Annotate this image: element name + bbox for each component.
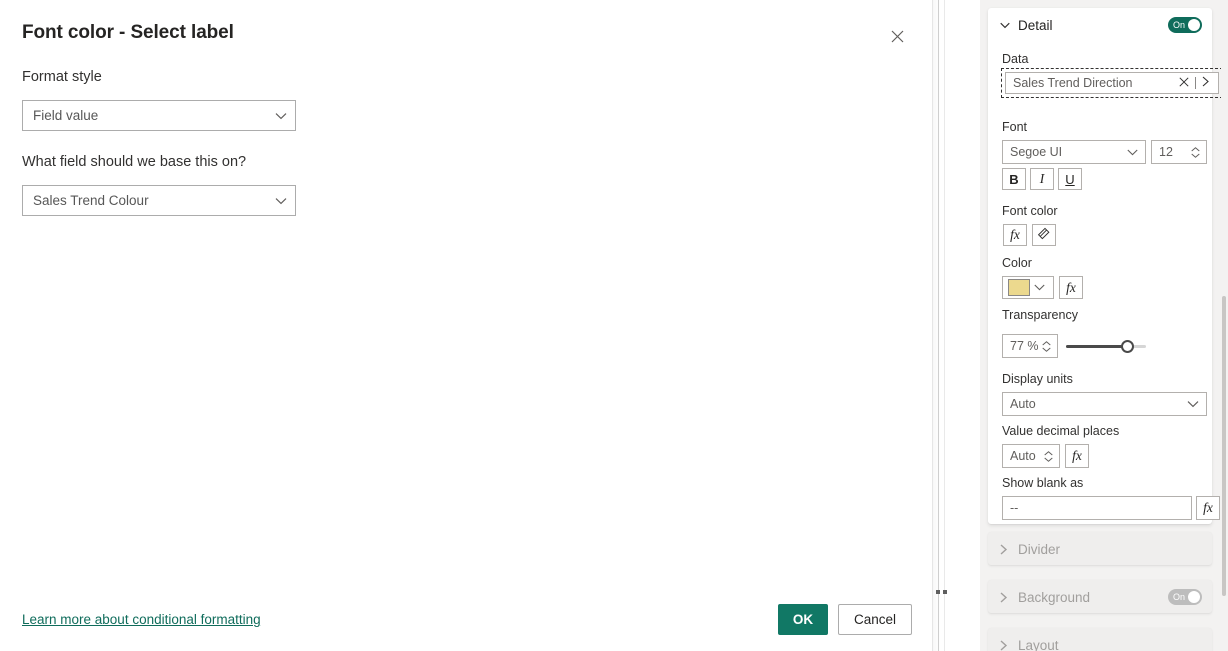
background-toggle[interactable]: On bbox=[1168, 589, 1202, 605]
show-blank-as-input[interactable]: -- bbox=[1002, 496, 1192, 520]
display-units-value: Auto bbox=[1010, 397, 1036, 411]
chevron-right-icon bbox=[1000, 543, 1010, 555]
font-color-label: Font color bbox=[1002, 204, 1058, 218]
italic-button[interactable]: I bbox=[1030, 168, 1054, 190]
divider bbox=[1195, 77, 1196, 89]
pane-splitter[interactable] bbox=[932, 0, 980, 651]
splitter-line bbox=[944, 0, 945, 651]
base-field-dropdown[interactable]: Sales Trend Colour bbox=[22, 185, 296, 216]
display-units-dropdown[interactable]: Auto bbox=[1002, 392, 1207, 416]
background-card-title: Background bbox=[1018, 589, 1091, 605]
format-style-dropdown[interactable]: Field value bbox=[22, 100, 296, 131]
detail-card-header[interactable]: Detail On bbox=[988, 8, 1212, 42]
format-style-label: Format style bbox=[22, 69, 102, 85]
transparency-label: Transparency bbox=[1002, 308, 1078, 322]
data-label: Data bbox=[1002, 52, 1029, 66]
transparency-value: 77 % bbox=[1010, 339, 1039, 353]
conditional-formatting-dialog: Font color - Select label Format style F… bbox=[0, 0, 932, 651]
divider-card-header[interactable]: Divider bbox=[988, 532, 1212, 566]
cancel-button[interactable]: Cancel bbox=[838, 604, 912, 635]
value-decimal-places-fx-button[interactable]: fx bbox=[1065, 444, 1089, 468]
show-blank-as-fx-button[interactable]: fx bbox=[1196, 496, 1220, 520]
color-fx-button[interactable]: fx bbox=[1059, 276, 1083, 299]
layout-card-title: Layout bbox=[1018, 637, 1059, 651]
underline-button[interactable]: U bbox=[1058, 168, 1082, 190]
chevron-down-icon bbox=[275, 112, 287, 120]
base-field-label: What field should we base this on? bbox=[22, 154, 247, 170]
splitter-line bbox=[938, 0, 939, 651]
layout-card-header[interactable]: Layout bbox=[988, 628, 1212, 651]
chevron-down-icon bbox=[1030, 284, 1045, 291]
font-size-value: 12 bbox=[1159, 145, 1173, 159]
show-blank-as-value: -- bbox=[1010, 501, 1019, 515]
value-decimal-places-value: Auto bbox=[1010, 449, 1036, 463]
divider-card-title: Divider bbox=[1018, 541, 1061, 557]
layout-card[interactable]: Layout bbox=[988, 628, 1212, 651]
learn-more-link[interactable]: Learn more about conditional formatting bbox=[22, 612, 261, 627]
spinner-updown-icon[interactable] bbox=[1042, 340, 1051, 352]
font-color-fx-button[interactable]: fx bbox=[1003, 224, 1027, 246]
color-label: Color bbox=[1002, 256, 1032, 270]
splitter-line bbox=[932, 0, 933, 651]
background-toggle-label: On bbox=[1173, 592, 1186, 602]
spinner-updown-icon[interactable] bbox=[1191, 146, 1200, 158]
chevron-right-icon bbox=[1000, 639, 1010, 651]
transparency-slider-fill bbox=[1066, 345, 1128, 348]
chevron-down-icon bbox=[1000, 22, 1010, 29]
background-card[interactable]: Background On bbox=[988, 580, 1212, 613]
detail-toggle[interactable]: On bbox=[1168, 17, 1202, 33]
font-color-eraser-button[interactable] bbox=[1032, 224, 1056, 246]
chevron-down-icon bbox=[1187, 400, 1206, 408]
close-icon bbox=[891, 30, 904, 43]
base-field-value: Sales Trend Colour bbox=[33, 193, 149, 208]
eraser-icon bbox=[1037, 227, 1051, 244]
font-family-dropdown[interactable]: Segoe UI bbox=[1002, 140, 1146, 164]
value-decimal-places-label: Value decimal places bbox=[1002, 424, 1120, 438]
font-size-stepper[interactable]: 12 bbox=[1151, 140, 1207, 164]
format-pane: Detail On Data Sales Trend Direction Fon… bbox=[980, 0, 1228, 651]
format-style-value: Field value bbox=[33, 108, 99, 123]
chevron-right-icon bbox=[1000, 591, 1010, 603]
background-card-header[interactable]: Background On bbox=[988, 580, 1212, 614]
transparency-stepper[interactable]: 77 % bbox=[1002, 334, 1058, 358]
color-swatch-dropdown[interactable] bbox=[1002, 276, 1054, 299]
app-root: Font color - Select label Format style F… bbox=[0, 0, 1228, 651]
detail-toggle-label: On bbox=[1173, 20, 1186, 30]
toggle-knob bbox=[1188, 591, 1200, 603]
detail-card: Detail On Data Sales Trend Direction Fon… bbox=[988, 8, 1223, 524]
close-icon[interactable] bbox=[1179, 74, 1189, 92]
dialog-title: Font color - Select label bbox=[22, 22, 234, 43]
font-label: Font bbox=[1002, 120, 1028, 134]
detail-card-title: Detail bbox=[1018, 17, 1053, 33]
color-swatch bbox=[1008, 279, 1030, 296]
data-field[interactable]: Sales Trend Direction bbox=[1005, 72, 1219, 94]
font-family-value: Segoe UI bbox=[1010, 145, 1063, 159]
show-blank-as-label: Show blank as bbox=[1002, 476, 1084, 490]
close-dialog-button[interactable] bbox=[880, 19, 914, 53]
pane-scrollbar-thumb[interactable] bbox=[1222, 296, 1226, 596]
drag-handle-icon[interactable] bbox=[936, 590, 947, 594]
spinner-updown-icon[interactable] bbox=[1044, 450, 1053, 462]
value-decimal-places-stepper[interactable]: Auto bbox=[1002, 444, 1060, 468]
chevron-right-icon[interactable] bbox=[1202, 74, 1210, 92]
chevron-down-icon bbox=[1127, 149, 1145, 156]
display-units-label: Display units bbox=[1002, 372, 1073, 386]
chevron-down-icon bbox=[275, 197, 287, 205]
divider-card[interactable]: Divider bbox=[988, 532, 1212, 565]
toggle-knob bbox=[1188, 19, 1200, 31]
ok-button[interactable]: OK bbox=[778, 604, 828, 635]
data-field-value: Sales Trend Direction bbox=[1013, 76, 1133, 90]
bold-button[interactable]: B bbox=[1002, 168, 1026, 190]
transparency-slider-thumb[interactable] bbox=[1121, 340, 1135, 353]
